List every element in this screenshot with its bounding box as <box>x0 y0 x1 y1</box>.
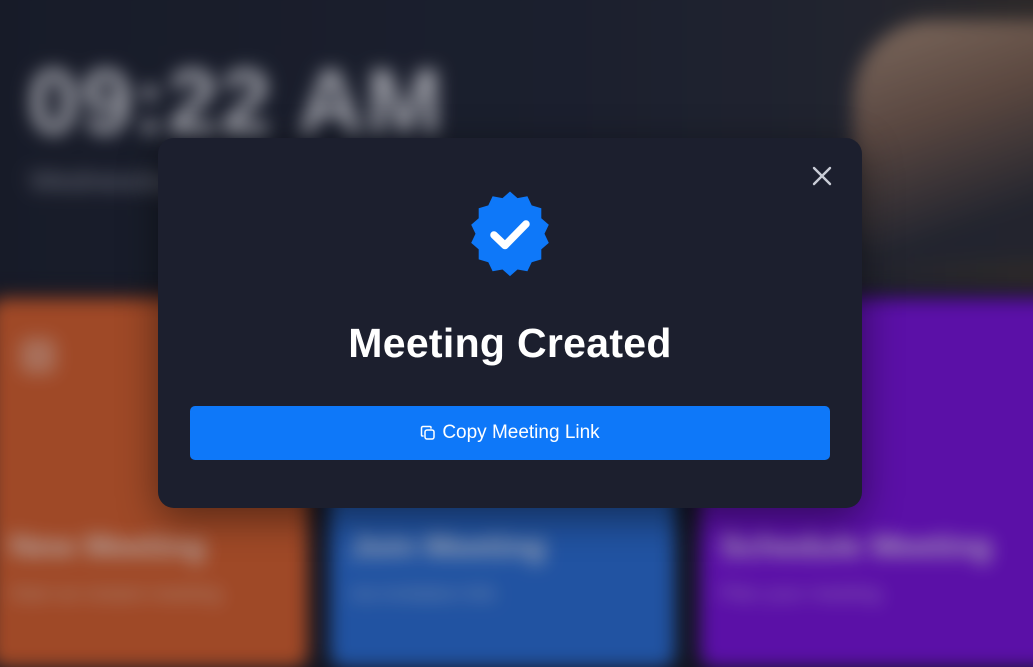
copy-meeting-link-label: Copy Meeting Link <box>442 422 600 443</box>
copy-meeting-link-button[interactable]: Copy Meeting Link <box>190 406 830 460</box>
meeting-created-dialog: Meeting Created Copy Meeting Link <box>158 138 862 508</box>
dialog-title: Meeting Created <box>348 320 672 366</box>
close-button[interactable] <box>806 160 838 192</box>
close-icon <box>810 164 834 188</box>
copy-icon <box>420 425 436 441</box>
verified-checkmark-icon <box>464 188 556 280</box>
app-screen: 09:22 AM Wednesday New Meeting Start an … <box>0 0 1033 667</box>
